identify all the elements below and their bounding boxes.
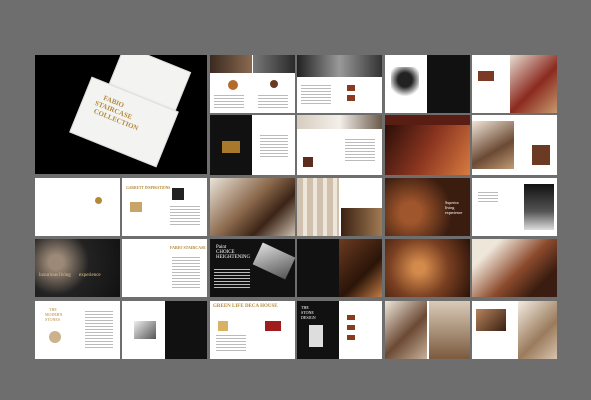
superior-line-3: experience — [445, 210, 463, 215]
photo — [253, 55, 295, 73]
text-block — [216, 335, 246, 351]
photo — [347, 335, 355, 340]
photo — [347, 325, 355, 330]
spread-r1-4 — [385, 55, 470, 113]
spread-r3-1: luxurious living experience — [35, 239, 120, 297]
spread-r4-1: THE MODERN STONES — [35, 301, 120, 359]
photo — [134, 321, 156, 339]
inspirations-title: GARRETT INSPIRATIONS — [126, 186, 171, 190]
fabio-staircase-title: FABIO STAIRCASE — [170, 245, 206, 250]
text-block — [170, 206, 200, 226]
photo — [510, 55, 557, 113]
spread-r3-6 — [472, 239, 557, 297]
photo — [297, 178, 339, 236]
spread-r4-2 — [122, 301, 207, 359]
logo-mark — [49, 331, 61, 343]
photo — [472, 239, 557, 297]
photo — [532, 145, 550, 165]
dark-page — [165, 301, 207, 359]
text-block — [258, 95, 288, 109]
photo — [35, 239, 120, 297]
logo-mark — [95, 197, 102, 204]
text-block — [172, 257, 200, 289]
spread-r1-3 — [297, 55, 382, 113]
text-block — [214, 95, 244, 109]
photo — [265, 321, 281, 331]
spread-r2-4 — [297, 178, 382, 236]
photo — [347, 315, 355, 320]
spread-r1b-3 — [297, 115, 382, 175]
photo — [347, 85, 355, 91]
photo — [222, 141, 240, 153]
cover-spread: FABIO STAIRCASE COLLECTION — [35, 55, 207, 174]
spread-r2-5: Superior living experience — [385, 178, 470, 236]
photo — [297, 115, 382, 129]
photo — [385, 178, 470, 236]
photo — [476, 309, 506, 331]
spread-r1b-2 — [210, 115, 295, 175]
spread-r1-5 — [472, 55, 557, 113]
spread-r2-2: GARRETT INSPIRATIONS — [122, 178, 207, 236]
presentation-board: FABIO STAIRCASE COLLECTION GARRETT INSPI… — [0, 0, 591, 400]
spread-r4-5 — [385, 301, 470, 359]
stone-line-3: STONES — [45, 317, 61, 322]
spread-r1b-4 — [385, 115, 470, 175]
photo — [472, 121, 514, 169]
photo — [228, 80, 238, 90]
photo — [303, 157, 313, 167]
photo — [524, 184, 554, 230]
text-block — [478, 192, 498, 202]
photo — [130, 202, 142, 212]
photo — [478, 71, 494, 81]
photo — [429, 301, 470, 359]
photo — [385, 301, 427, 359]
photo — [385, 125, 470, 175]
photo — [210, 55, 252, 73]
photo — [270, 80, 278, 88]
spread-r2-1 — [35, 178, 120, 236]
spread-r3-4 — [297, 239, 382, 297]
photo — [385, 239, 470, 297]
photo — [518, 301, 557, 359]
text-block — [345, 139, 375, 163]
text-block — [301, 85, 331, 105]
green-title: GREEN LIFE DECA HOUSE — [213, 304, 278, 309]
photo — [347, 95, 355, 101]
spread-r2-6 — [472, 178, 557, 236]
photo — [391, 67, 419, 99]
spread-r1b-5 — [472, 115, 557, 175]
spread-r4-3: GREEN LIFE DECA HOUSE — [210, 301, 295, 359]
spread-r1-2 — [210, 55, 295, 113]
paint-line-3: HEIGHTENING — [216, 255, 251, 260]
dark-page — [427, 55, 470, 113]
photo — [210, 178, 295, 236]
spread-r3-3: Paint CHOICE HEIGHTENING — [210, 239, 295, 297]
spread-r4-4: THE STONE DESIGN — [297, 301, 382, 359]
spread-r4-6 — [472, 301, 557, 359]
the-stone-3: DESIGN — [301, 315, 316, 320]
spread-r3-5 — [385, 239, 470, 297]
photo — [172, 188, 184, 200]
photo — [339, 239, 382, 297]
photo — [297, 55, 382, 77]
text-block — [214, 269, 250, 289]
text-block — [260, 135, 288, 157]
photo — [341, 208, 382, 236]
lux-sub: experience — [79, 273, 101, 278]
photo — [218, 321, 228, 331]
photo — [309, 325, 323, 347]
spread-r3-2: FABIO STAIRCASE — [122, 239, 207, 297]
dark-page — [297, 239, 339, 297]
spread-r2-3 — [210, 178, 295, 236]
lux-title: luxurious living — [39, 273, 71, 278]
text-block — [85, 311, 113, 349]
